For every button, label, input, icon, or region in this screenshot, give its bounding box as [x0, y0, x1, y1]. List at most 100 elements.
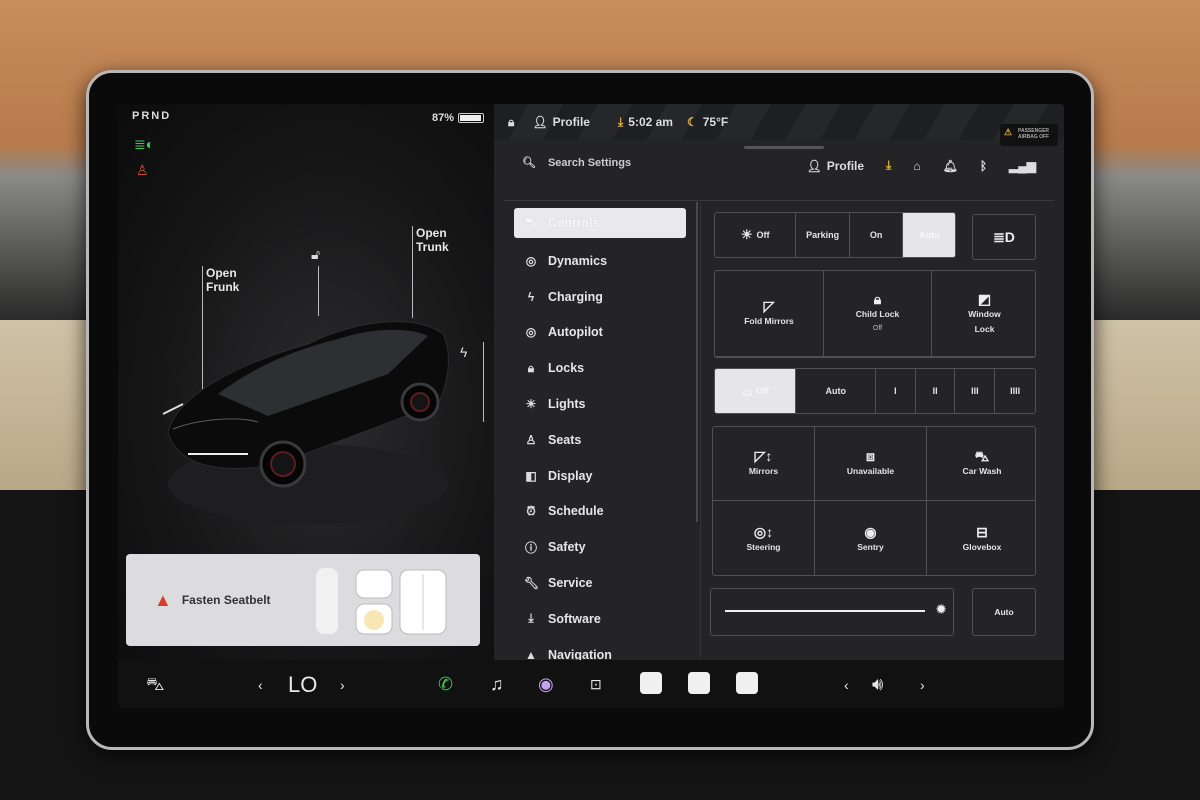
steering-tile[interactable]: ◎↕ Steering [713, 501, 815, 575]
battery-icon [458, 113, 484, 123]
brightness-sun-icon: ✹ [935, 601, 947, 617]
seat-icon: ♙ [525, 432, 537, 447]
steering-wheel-icon: ◎ [525, 325, 537, 340]
wipers-option-iiii[interactable]: IIII [995, 369, 1035, 413]
unlock-icon[interactable]: 🔓︎ [311, 246, 320, 263]
volume-icon[interactable]: 🔊︎ [872, 674, 883, 695]
car-model-image [162, 321, 449, 524]
window-lock-button[interactable]: ◩ Window Lock [932, 271, 1035, 357]
bolt-icon: ϟ [527, 289, 535, 304]
high-beam-icon: ≣D [993, 229, 1015, 245]
music-note-icon[interactable]: ♫ [490, 674, 504, 695]
menu-item-label: Display [548, 468, 593, 483]
wipers-option-off[interactable]: ⌓ Off [715, 369, 797, 413]
charge-callout-line [483, 342, 484, 422]
app-launcher-3-icon[interactable] [736, 672, 758, 694]
settings-panel: 🔒︎ 👤︎ Profile ⤓ 5:02 am ☾ 75°F ⚠ PASSENG… [494, 104, 1064, 662]
bluetooth-icon[interactable]: ᛒ [980, 159, 987, 173]
menu-item-label: Dynamics [548, 253, 608, 268]
gear-indicator: PRND [132, 110, 172, 122]
cabin-temperature[interactable]: LO [288, 672, 317, 698]
open-frunk-button[interactable]: Open Frunk [206, 266, 239, 294]
lock-icon: 🔒︎ [508, 114, 515, 129]
status-profile[interactable]: 👤︎ Profile [532, 115, 590, 129]
camera-icon: ⧈ [866, 448, 875, 464]
headlights-option-label: Auto [918, 230, 940, 240]
menu-item-label: Software [548, 611, 601, 626]
bell-icon[interactable]: 🔔︎ [943, 159, 958, 173]
phone-icon[interactable]: ✆ [438, 674, 453, 695]
fold-mirrors-button[interactable]: ◸ Fold Mirrors [715, 271, 824, 357]
sentry-label: Sentry [857, 541, 884, 552]
brightness-slider[interactable]: ✹ [710, 588, 954, 636]
menu-item-lights[interactable]: ☀ Lights [514, 386, 686, 422]
menu-item-display[interactable]: ◧ Display [514, 458, 686, 494]
search-icon: 🔍︎ [522, 157, 536, 169]
wipers-option-label: IIII [1010, 386, 1021, 396]
media-app-icon[interactable]: ◉ [538, 674, 554, 695]
open-frunk-line2: Frunk [206, 280, 240, 294]
home-icon[interactable]: ⌂ [913, 159, 920, 173]
profile-button[interactable]: 👤︎ Profile [806, 159, 864, 173]
mirrors-label: Mirrors [748, 466, 779, 476]
open-trunk-button[interactable]: Open Trunk [416, 226, 449, 254]
menu-item-locks[interactable]: 🔒︎ Locks [514, 350, 686, 386]
high-beam-button[interactable]: ≣D [972, 214, 1036, 260]
seatbelt-alert-text: Fasten Seatbelt [181, 593, 271, 607]
menu-item-seats[interactable]: ♙ Seats [514, 422, 686, 458]
brightness-slider-track[interactable] [725, 610, 925, 612]
wipers-option-ii[interactable]: II [916, 369, 956, 413]
search-settings[interactable]: 🔍︎ Search Settings [522, 156, 632, 170]
mirrors-tile[interactable]: ◸↕ Mirrors [713, 427, 815, 501]
search-placeholder: Search Settings [547, 156, 632, 169]
menu-item-software[interactable]: ⤓ Software [514, 601, 686, 637]
touchscreen: PRND 87% ≣◐ ♙ Open Frunk 🔓︎ Open Trunk ϟ [118, 104, 1064, 708]
wipers-option-label: Off [755, 386, 769, 396]
volume-down-chevron-icon[interactable]: ‹ [844, 677, 849, 693]
lock-icon: 🔒︎ [527, 360, 535, 375]
brightness-auto-button[interactable]: Auto [972, 588, 1036, 636]
battery-fill [460, 115, 481, 121]
headlights-option-on[interactable]: On [850, 213, 904, 257]
menu-item-label: Lights [548, 397, 586, 412]
child-lock-button[interactable]: 🔒︎ Child Lock Off [824, 271, 932, 357]
menu-item-autopilot[interactable]: ◎ Autopilot [514, 315, 686, 351]
unavailable-tile[interactable]: ⧈ Unavailable [815, 427, 927, 501]
menu-scrollbar[interactable] [696, 202, 698, 522]
menu-item-label: Controls [548, 216, 600, 230]
menu-item-dynamics[interactable]: ◎ Dynamics [514, 243, 686, 279]
download-icon: ⤓ [528, 611, 534, 626]
headlights-option-parking[interactable]: Parking [796, 213, 850, 257]
temp-down-chevron-icon[interactable]: ‹ [258, 677, 263, 693]
signal-icon[interactable]: ▂▄▆ [1009, 159, 1036, 173]
sentry-tile[interactable]: ◉ Sentry [815, 501, 927, 575]
menu-item-label: Schedule [548, 504, 604, 519]
more-apps-icon[interactable]: ⊡ [590, 676, 602, 693]
app-launcher-2-icon[interactable] [688, 672, 710, 694]
panel-drag-handle[interactable] [744, 146, 824, 149]
status-lock[interactable]: 🔒︎ [508, 115, 514, 130]
download-icon[interactable]: ⤓ [886, 158, 891, 173]
menu-item-label: Service [548, 576, 593, 591]
alarm-clock-icon: ⏰︎ [526, 503, 536, 518]
menu-item-safety[interactable]: ⓘ Safety [514, 529, 686, 565]
menu-item-charging[interactable]: ϟ Charging [514, 279, 686, 315]
charge-port-icon[interactable]: ϟ [460, 344, 467, 360]
headlights-option-auto[interactable]: Auto [903, 213, 955, 257]
volume-up-chevron-icon[interactable]: › [920, 677, 925, 693]
wipers-option-auto[interactable]: Auto [796, 369, 876, 413]
settings-menu: ⛍ Controls ◎ Dynamics ϟ Charging ◎ Autopilot 🔒︎ L… [514, 208, 686, 673]
car-wash-tile[interactable]: ⛍ Car Wash [927, 427, 1035, 501]
menu-item-controls[interactable]: ⛍ Controls [514, 208, 686, 238]
menu-item-service[interactable]: 🔧︎ Service [514, 565, 686, 601]
glovebox-tile[interactable]: ⊟ Glovebox [927, 501, 1035, 575]
wipers-option-iii[interactable]: III [955, 369, 996, 413]
app-launcher-1-icon[interactable] [640, 672, 662, 694]
mirror-icon: ◸ [763, 298, 775, 314]
menu-item-schedule[interactable]: ⏰︎ Schedule [514, 494, 686, 530]
wipers-option-i[interactable]: I [876, 369, 916, 413]
glovebox-icon: ⊟ [976, 523, 988, 540]
headlights-option-off[interactable]: ☀ Off [715, 213, 797, 257]
car-icon[interactable]: ⛍ [146, 674, 165, 698]
temp-up-chevron-icon[interactable]: › [340, 677, 345, 693]
